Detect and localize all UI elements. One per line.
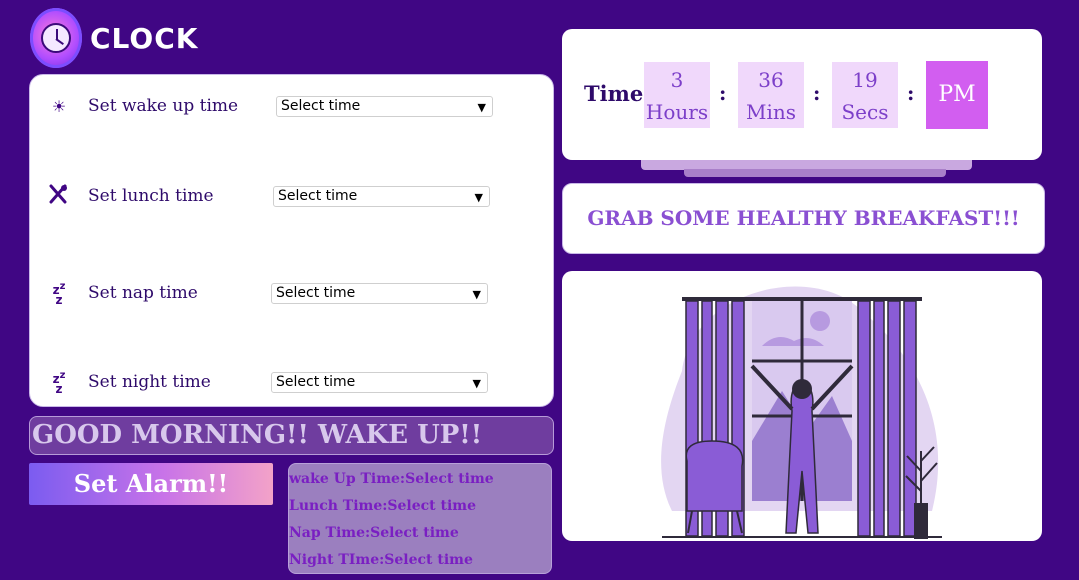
secs-value: 19	[852, 68, 878, 92]
secs-box: 19 Secs	[832, 62, 898, 128]
hours-value: 3	[670, 68, 684, 92]
chevron-down-icon: ▼	[474, 190, 483, 204]
wake-up-select[interactable]: Select time ▼	[276, 95, 493, 117]
hours-box: 3 Hours	[644, 62, 710, 128]
app-logo: CLOCK	[30, 8, 198, 68]
alarm-summary: wake Up Time:Select time Lunch Time:Sele…	[288, 463, 552, 574]
mins-unit: Mins	[745, 100, 797, 124]
night-row: zz z Set night time Select time ▼	[30, 369, 553, 395]
night-select[interactable]: Select time ▼	[271, 371, 488, 393]
lunch-label: Set lunch time	[88, 186, 214, 206]
set-alarm-button[interactable]: Set Alarm!!	[29, 463, 273, 505]
lunch-select-value: Select time	[278, 187, 358, 204]
chevron-down-icon: ▼	[477, 100, 486, 114]
night-label: Set night time	[88, 372, 211, 392]
time-settings-panel: ☀ Set wake up time Select time ▼ Set lun…	[29, 74, 554, 407]
colon-separator: :	[813, 81, 821, 105]
sun-icon: ☀	[51, 96, 67, 116]
nap-label: Set nap time	[88, 283, 198, 303]
time-label: Time	[584, 81, 644, 106]
meal-message: GRAB SOME HEALTHY BREAKFAST!!!	[562, 183, 1045, 254]
greeting-banner: GOOD MORNING!! WAKE UP!!	[29, 416, 554, 455]
ampm-indicator: PM	[926, 61, 988, 129]
clock-icon	[30, 8, 82, 68]
summary-lunch: Lunch Time:Select time	[289, 498, 477, 514]
app-title: CLOCK	[90, 21, 199, 55]
lunch-row: Set lunch time Select time ▼	[30, 183, 553, 209]
nap-select[interactable]: Select time ▼	[271, 282, 488, 304]
summary-nap: Nap Time:Select time	[289, 525, 459, 541]
sleep-zzz-icon: zz z	[52, 280, 66, 307]
colon-separator: :	[907, 81, 915, 105]
nap-select-value: Select time	[276, 284, 356, 301]
night-select-value: Select time	[276, 373, 356, 390]
clock-shadow-lower	[684, 169, 946, 177]
colon-separator: :	[719, 81, 727, 105]
mins-box: 36 Mins	[738, 62, 804, 128]
wake-up-label: Set wake up time	[88, 96, 239, 116]
summary-wake-up: wake Up Time:Select time	[289, 471, 494, 487]
secs-unit: Secs	[841, 100, 889, 124]
chevron-down-icon: ▼	[472, 287, 481, 301]
summary-night: Night TIme:Select time	[289, 552, 473, 568]
illustration-card	[562, 271, 1042, 541]
window-illustration	[661, 286, 942, 539]
hours-unit: Hours	[645, 100, 709, 124]
utensils-icon	[48, 184, 70, 208]
chevron-down-icon: ▼	[472, 376, 481, 390]
wake-up-row: ☀ Set wake up time Select time ▼	[30, 93, 553, 119]
nap-row: zz z Set nap time Select time ▼	[30, 280, 553, 306]
lunch-select[interactable]: Select time ▼	[273, 185, 490, 207]
mins-value: 36	[758, 68, 784, 92]
sleep-zzz-icon: zz z	[52, 369, 66, 396]
clock-display: Time 3 Hours : 36 Mins : 19 Secs : PM	[562, 29, 1042, 160]
wake-up-select-value: Select time	[281, 97, 361, 114]
